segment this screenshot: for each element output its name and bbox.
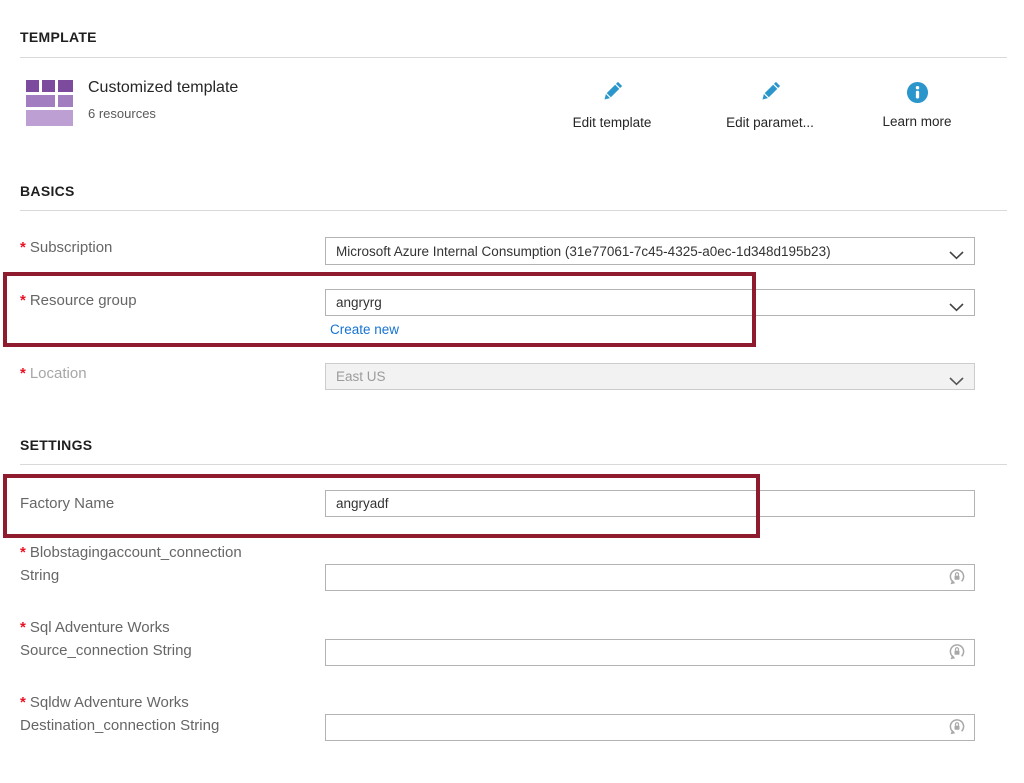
sql-source-label-line2: Source_connection String [20, 642, 192, 659]
custom-deployment-form: TEMPLATE Customized template 6 resources… [0, 0, 1024, 783]
learn-more-label: Learn more [882, 114, 951, 129]
sql-source-label-line1: *Sql Adventure Works [20, 619, 170, 636]
blob-staging-label-line2: String [20, 567, 59, 584]
required-asterisk: * [20, 619, 26, 636]
edit-template-button[interactable]: Edit template [545, 79, 679, 130]
divider [20, 464, 1007, 465]
sqldw-destination-connection-input[interactable] [325, 714, 975, 741]
sqldw-destination-label-line1: *Sqldw Adventure Works [20, 694, 189, 711]
subscription-dropdown[interactable]: Microsoft Azure Internal Consumption (31… [325, 237, 975, 265]
info-icon [906, 81, 929, 109]
required-asterisk: * [20, 239, 26, 256]
location-label: *Location [20, 365, 87, 382]
template-card-title: Customized template [88, 79, 238, 97]
edit-parameters-button[interactable]: Edit paramet... [703, 79, 837, 130]
chevron-down-icon [949, 247, 964, 265]
secure-string-icon [946, 716, 968, 743]
resource-group-dropdown[interactable]: angryrg [325, 289, 975, 316]
sqldw-destination-label-line2: Destination_connection String [20, 717, 219, 734]
resource-group-value: angryrg [336, 295, 382, 310]
blob-staging-label-line1: *Blobstagingaccount_connection [20, 544, 242, 561]
create-new-link[interactable]: Create new [330, 322, 399, 337]
blob-staging-connection-input[interactable] [325, 564, 975, 591]
factory-name-input[interactable] [325, 490, 975, 517]
subscription-value: Microsoft Azure Internal Consumption (31… [336, 244, 831, 259]
secure-string-icon [946, 566, 968, 593]
required-asterisk: * [20, 292, 26, 309]
pencil-icon [599, 79, 625, 110]
subscription-label: *Subscription [20, 239, 112, 256]
divider [20, 210, 1007, 211]
sql-source-connection-input[interactable] [325, 639, 975, 666]
pencil-icon [757, 79, 783, 110]
divider [20, 57, 1007, 58]
location-value: East US [336, 369, 386, 384]
location-dropdown: East US [325, 363, 975, 390]
chevron-down-icon [949, 299, 964, 317]
resource-group-label: *Resource group [20, 292, 137, 309]
template-grid-icon [26, 80, 73, 126]
template-section-heading: TEMPLATE [20, 29, 97, 45]
basics-section-heading: BASICS [20, 183, 75, 199]
required-asterisk: * [20, 544, 26, 561]
chevron-down-icon [949, 373, 964, 391]
required-asterisk: * [20, 694, 26, 711]
factory-name-label: Factory Name [20, 495, 114, 512]
settings-section-heading: SETTINGS [20, 437, 92, 453]
learn-more-button[interactable]: Learn more [850, 81, 984, 129]
template-card-subtitle: 6 resources [88, 106, 156, 121]
secure-string-icon [946, 641, 968, 668]
edit-template-label: Edit template [573, 115, 652, 130]
edit-parameters-label: Edit paramet... [726, 115, 814, 130]
required-asterisk: * [20, 365, 26, 382]
